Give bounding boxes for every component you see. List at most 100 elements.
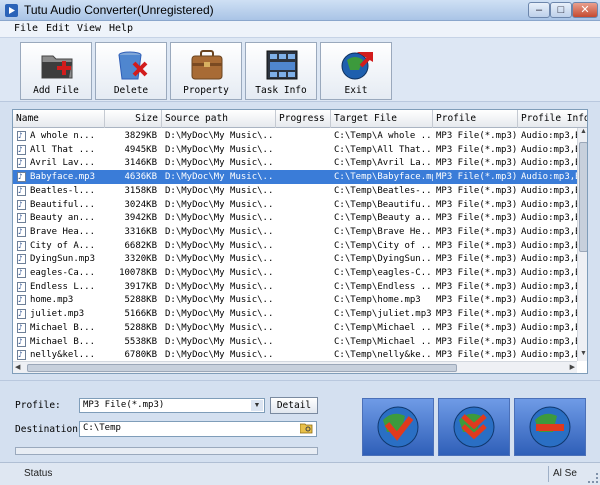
row-source-path-cell: D:\MyDoc\My Music\... — [165, 158, 275, 169]
column-header-target-file[interactable]: Target File — [331, 110, 433, 128]
row-profile-info-cell: Audio:mp3,Bit — [521, 144, 578, 155]
audio-file-icon — [17, 131, 26, 141]
row-size-cell: 3942KB — [124, 213, 157, 224]
output-settings-panel: Profile: MP3 File(*.mp3) ▼ Detail Destin… — [0, 380, 600, 462]
column-header-profile[interactable]: Profile — [433, 110, 518, 128]
table-row[interactable]: Endless L... 3917KB D:\MyDoc\My Music\... C… — [13, 280, 578, 294]
row-size-cell: 3829KB — [124, 131, 157, 141]
row-progress-cell — [276, 239, 331, 253]
row-profile-cell: MP3 File(*.mp3) — [436, 158, 517, 169]
menu-edit[interactable]: Edit — [46, 23, 70, 34]
audio-file-icon — [17, 240, 26, 251]
chevron-down-icon[interactable]: ▼ — [251, 400, 263, 411]
column-header-profile-info[interactable]: Profile Info — [518, 110, 587, 128]
column-header-size[interactable]: Size — [105, 110, 162, 128]
status-separator — [548, 466, 549, 482]
scroll-up-arrow-icon[interactable]: ▲ — [578, 128, 587, 139]
row-target-file-cell: C:\Temp\DyingSun... — [334, 254, 433, 265]
row-profile-cell: MP3 File(*.mp3) — [436, 185, 517, 196]
close-button[interactable]: ✕ — [572, 2, 598, 18]
audio-file-icon — [17, 172, 26, 183]
file-list-header: Name Size Source path Progress Target Fi… — [13, 110, 587, 128]
task-info-label: Task Info — [255, 85, 307, 96]
convert-button[interactable] — [362, 398, 434, 456]
row-progress-cell — [276, 321, 331, 335]
minimize-button[interactable]: – — [528, 2, 550, 18]
task-info-button[interactable]: Task Info — [245, 42, 317, 100]
table-row[interactable]: Beautiful... 3024KB D:\MyDoc\My Music\... C… — [13, 198, 578, 212]
table-row[interactable]: juliet.mp3 5166KB D:\MyDoc\My Music\... C:\… — [13, 307, 578, 321]
row-name-cell: A whole n... — [30, 131, 96, 141]
scroll-down-arrow-icon[interactable]: ▼ — [578, 350, 587, 361]
delete-button[interactable]: Delete — [95, 42, 167, 100]
row-name-cell: home.mp3 — [30, 295, 74, 306]
table-row[interactable]: Babyface.mp3 4636KB D:\MyDoc\My Music\... C… — [13, 170, 578, 185]
destination-field[interactable]: C:\Temp — [79, 421, 317, 437]
row-profile-cell: MP3 File(*.mp3) — [436, 295, 517, 306]
resize-grip-icon[interactable] — [588, 473, 598, 483]
row-profile-info-cell: Audio:mp3,Bit — [521, 309, 578, 320]
table-row[interactable]: City of A... 6682KB D:\MyDoc\My Music\... C… — [13, 239, 578, 253]
toolbar: Add File Delete Property Task Info Exit — [0, 38, 600, 102]
row-profile-info-cell: Audio:mp3,Bit — [521, 268, 578, 278]
table-row[interactable]: eagles-Ca... 10078KB D:\MyDoc\My Music\...… — [13, 266, 578, 280]
row-profile-cell: MP3 File(*.mp3) — [436, 268, 517, 278]
horizontal-scroll-thumb[interactable] — [27, 364, 457, 372]
row-name-cell: DyingSun.mp3 — [30, 254, 96, 265]
destination-label: Destination: — [15, 424, 84, 435]
stop-button[interactable] — [514, 398, 586, 456]
row-progress-cell — [276, 335, 331, 349]
table-row[interactable]: home.mp3 5288KB D:\MyDoc\My Music\... C:\Te… — [13, 293, 578, 307]
menu-help[interactable]: Help — [109, 23, 133, 34]
row-profile-cell: MP3 File(*.mp3) — [436, 172, 517, 183]
folder-browse-icon[interactable] — [300, 423, 313, 434]
row-name-cell: Babyface.mp3 — [30, 172, 96, 183]
column-header-name[interactable]: Name — [13, 110, 105, 128]
row-profile-info-cell: Audio:mp3,Bit — [521, 226, 578, 237]
destination-value: C:\Temp — [83, 423, 121, 433]
convert-all-button[interactable] — [438, 398, 510, 456]
scroll-left-arrow-icon[interactable]: ◀ — [15, 363, 20, 371]
row-size-cell: 5538KB — [124, 336, 157, 347]
scroll-right-arrow-icon[interactable]: ▶ — [570, 363, 575, 371]
table-row[interactable]: Brave Hea... 3316KB D:\MyDoc\My Music\... C… — [13, 225, 578, 239]
horizontal-scrollbar[interactable]: ◀ ▶ — [13, 361, 577, 373]
maximize-button[interactable]: □ — [550, 2, 572, 18]
column-header-progress[interactable]: Progress — [276, 110, 331, 128]
audio-file-icon — [17, 158, 26, 169]
app-icon — [5, 4, 18, 17]
vertical-scrollbar[interactable]: ▲ ▼ — [577, 128, 587, 361]
row-name-cell: Brave Hea... — [30, 226, 96, 237]
menu-file[interactable]: File — [14, 23, 38, 34]
title-bar: Tutu Audio Converter(Unregistered) – □ ✕ — [0, 0, 600, 21]
row-source-path-cell: D:\MyDoc\My Music\... — [165, 295, 275, 306]
row-profile-cell: MP3 File(*.mp3) — [436, 336, 517, 347]
property-button[interactable]: Property — [170, 42, 242, 100]
audio-file-icon — [17, 350, 26, 361]
table-row[interactable]: Michael B... 5288KB D:\MyDoc\My Music\... C… — [13, 321, 578, 335]
table-row[interactable]: Beauty an... 3942KB D:\MyDoc\My Music\... C… — [13, 211, 578, 225]
menu-view[interactable]: View — [77, 23, 101, 34]
row-target-file-cell: C:\Temp\Babyface.mp3 — [334, 172, 433, 183]
add-file-button[interactable]: Add File — [20, 42, 92, 100]
detail-button[interactable]: Detail — [270, 397, 318, 414]
row-profile-cell: MP3 File(*.mp3) — [436, 213, 517, 224]
column-header-source-path[interactable]: Source path — [162, 110, 276, 128]
table-row[interactable]: Michael B... 5538KB D:\MyDoc\My Music\... C… — [13, 335, 578, 349]
table-row[interactable]: DyingSun.mp3 3320KB D:\MyDoc\My Music\... C… — [13, 252, 578, 266]
status-bar: Status Al Se — [0, 462, 600, 485]
exit-button[interactable]: Exit — [320, 42, 392, 100]
profile-dropdown[interactable]: MP3 File(*.mp3) ▼ — [79, 398, 265, 413]
vertical-scroll-thumb[interactable] — [579, 142, 587, 252]
file-list[interactable]: Name Size Source path Progress Target Fi… — [12, 109, 588, 374]
row-profile-info-cell: Audio:mp3,Bit — [521, 322, 578, 333]
table-row[interactable]: Avril Lav... 3146KB D:\MyDoc\My Music\... C… — [13, 156, 578, 170]
audio-file-icon — [17, 213, 26, 224]
stop-globe-icon — [529, 406, 571, 448]
row-profile-cell: MP3 File(*.mp3) — [436, 199, 517, 210]
table-row[interactable]: A whole n... 3829KB D:\MyDoc\My Music\... C… — [13, 129, 578, 143]
table-row[interactable]: All That ... 4945KB D:\MyDoc\My Music\... C… — [13, 143, 578, 157]
row-progress-cell — [276, 211, 331, 225]
row-name-cell: Michael B... — [30, 336, 96, 347]
table-row[interactable]: Beatles-l... 3158KB D:\MyDoc\My Music\... C… — [13, 184, 578, 198]
